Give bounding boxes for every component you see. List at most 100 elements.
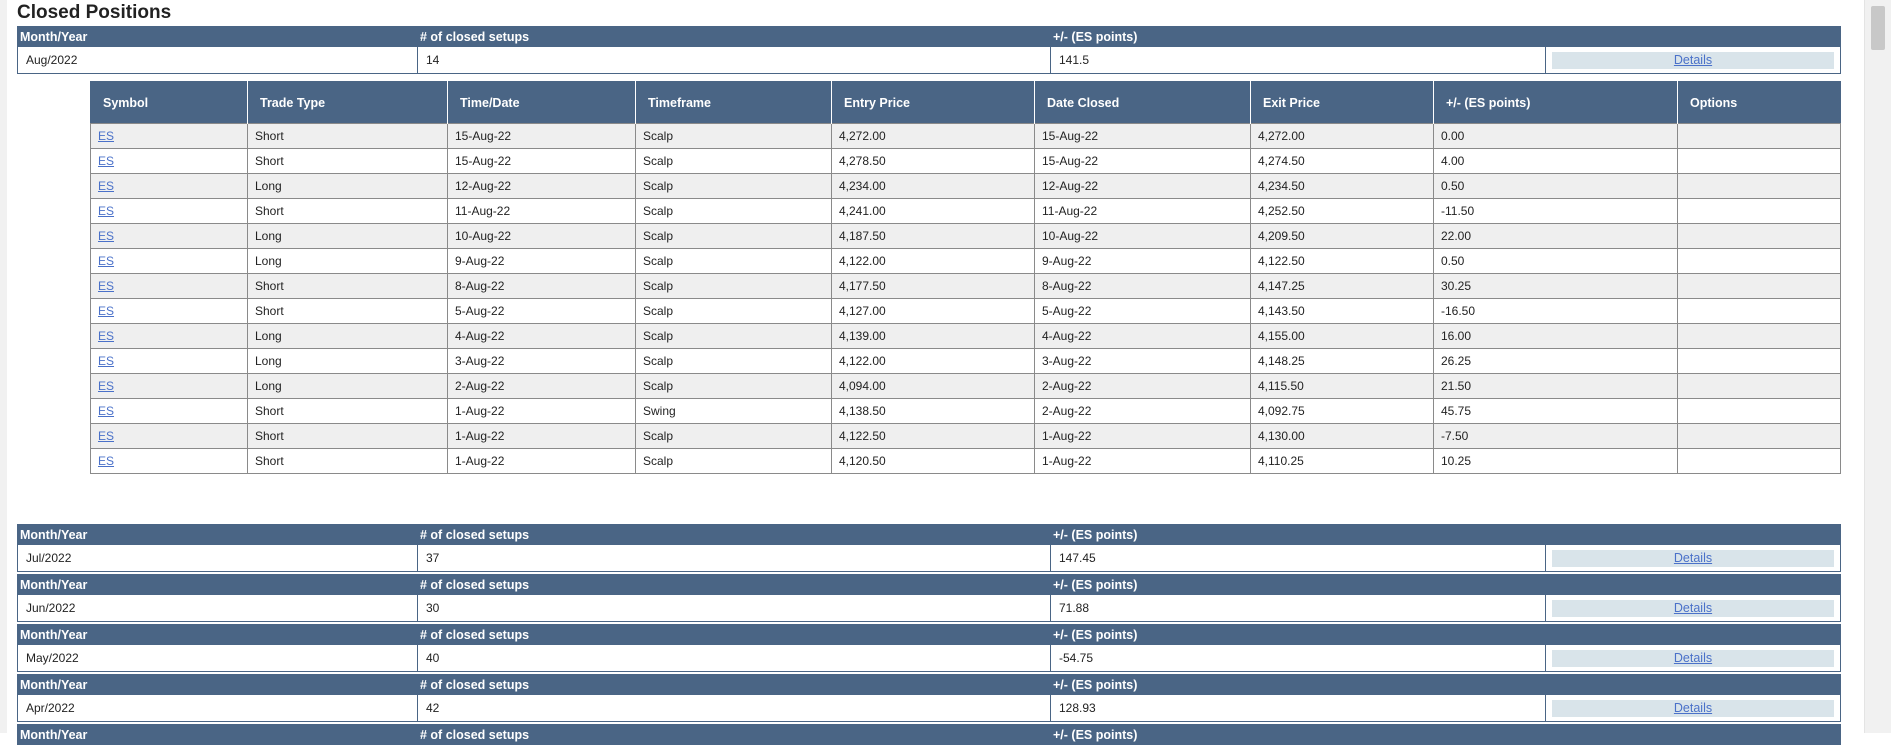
detail-header-row: Symbol Trade Type Time/Date Timeframe Entry … — [90, 81, 1841, 124]
table-cell — [1677, 373, 1841, 399]
symbol-link[interactable]: ES — [98, 404, 114, 418]
summary-row: Apr/2022 42 128.93 Details — [17, 694, 1841, 722]
table-cell: Short — [247, 148, 448, 174]
symbol-link[interactable]: ES — [98, 379, 114, 393]
month-header: Month/Year — [17, 674, 418, 695]
table-cell — [1677, 198, 1841, 224]
symbol-link[interactable]: ES — [98, 279, 114, 293]
table-cell: 4,122.00 — [831, 348, 1035, 374]
table-cell: 15-Aug-22 — [447, 148, 636, 174]
symbol-link[interactable]: ES — [98, 129, 114, 143]
details-cell: Details — [1545, 594, 1841, 622]
month-header: Month/Year — [17, 624, 418, 645]
table-cell: 15-Aug-22 — [447, 123, 636, 149]
table-cell: -7.50 — [1433, 423, 1678, 449]
summary-header-row: Month/Year # of closed setups +/- (ES poin… — [17, 674, 1841, 695]
details-button[interactable]: Details — [1552, 649, 1834, 667]
symbol-cell: ES — [90, 448, 248, 474]
table-cell: 4-Aug-22 — [447, 323, 636, 349]
month-header: Month/Year — [17, 26, 418, 47]
month-header: Month/Year — [17, 724, 418, 745]
table-cell: 4,252.50 — [1250, 198, 1434, 224]
table-row: ES Long 10-Aug-22 Scalp 4,187.50 10-Aug-22 4,2… — [90, 223, 1841, 249]
scrollbar-thumb[interactable] — [1871, 6, 1885, 50]
symbol-link[interactable]: ES — [98, 454, 114, 468]
symbol-link[interactable]: ES — [98, 254, 114, 268]
symbol-link[interactable]: ES — [98, 204, 114, 218]
table-cell — [1677, 448, 1841, 474]
details-cell: Details — [1545, 694, 1841, 722]
table-cell: 1-Aug-22 — [447, 398, 636, 424]
closed-setups-header: # of closed setups — [417, 624, 1051, 645]
table-cell: 11-Aug-22 — [1034, 198, 1251, 224]
table-cell: 3-Aug-22 — [447, 348, 636, 374]
table-cell: 1-Aug-22 — [1034, 423, 1251, 449]
symbol-cell: ES — [90, 348, 248, 374]
table-cell — [1677, 223, 1841, 249]
symbol-link[interactable]: ES — [98, 354, 114, 368]
table-cell: 4,139.00 — [831, 323, 1035, 349]
closed-setups-header: # of closed setups — [417, 26, 1051, 47]
table-cell: 1-Aug-22 — [447, 423, 636, 449]
points-header: +/- (ES points) — [1050, 574, 1546, 595]
table-cell: 4.00 — [1433, 148, 1678, 174]
table-cell: Long — [247, 373, 448, 399]
month-summary: Month/Year # of closed setups +/- (ES poin… — [17, 674, 1841, 722]
symbol-link[interactable]: ES — [98, 329, 114, 343]
table-cell — [1677, 173, 1841, 199]
symbol-link[interactable]: ES — [98, 179, 114, 193]
details-button[interactable]: Details — [1552, 599, 1834, 617]
table-cell: 11-Aug-22 — [447, 198, 636, 224]
points-cell: 141.5 — [1050, 46, 1546, 74]
table-row: ES Short 5-Aug-22 Scalp 4,127.00 5-Aug-22 4,14… — [90, 298, 1841, 324]
symbol-link[interactable]: ES — [98, 154, 114, 168]
vertical-scrollbar[interactable] — [1864, 0, 1891, 733]
table-cell: 10-Aug-22 — [1034, 223, 1251, 249]
points-cell: 71.88 — [1050, 594, 1546, 622]
details-cell: Details — [1545, 644, 1841, 672]
table-cell: Short — [247, 123, 448, 149]
symbol-link[interactable]: ES — [98, 304, 114, 318]
table-cell: 4,122.50 — [831, 423, 1035, 449]
table-row: ES Short 11-Aug-22 Scalp 4,241.00 11-Aug-22 4,… — [90, 198, 1841, 224]
points-cell: 128.93 — [1050, 694, 1546, 722]
column-header: Options — [1677, 81, 1841, 124]
summary-header-row: Month/Year # of closed setups +/- (ES po… — [17, 26, 1841, 47]
table-cell: 4,110.25 — [1250, 448, 1434, 474]
summary-row: Aug/2022 14 141.5 Details — [17, 46, 1841, 74]
table-cell — [1677, 273, 1841, 299]
symbol-cell: ES — [90, 123, 248, 149]
column-header: Symbol — [90, 81, 248, 124]
symbol-cell: ES — [90, 148, 248, 174]
symbol-link[interactable]: ES — [98, 229, 114, 243]
page-title: Closed Positions — [17, 2, 172, 23]
month-summary: Month/Year # of closed setups +/- (ES poin… — [17, 574, 1841, 622]
table-row: ES Long 12-Aug-22 Scalp 4,234.00 12-Aug-22 4,2… — [90, 173, 1841, 199]
closed-setups-cell: 14 — [417, 46, 1051, 74]
column-header: Timeframe — [635, 81, 832, 124]
detail-body: ES Short 15-Aug-22 Scalp 4,272.00 15-Aug-22 4,… — [90, 123, 1841, 474]
summary-row: May/2022 40 -54.75 Details — [17, 644, 1841, 672]
details-button[interactable]: Details — [1552, 549, 1834, 567]
table-cell: 9-Aug-22 — [447, 248, 636, 274]
column-header: Trade Type — [247, 81, 448, 124]
table-row: ES Long 2-Aug-22 Scalp 4,094.00 2-Aug-22 4,115… — [90, 373, 1841, 399]
table-cell: 8-Aug-22 — [1034, 273, 1251, 299]
details-button[interactable]: Details — [1552, 51, 1834, 69]
details-header — [1545, 26, 1841, 47]
table-cell: 4,278.50 — [831, 148, 1035, 174]
symbol-link[interactable]: ES — [98, 429, 114, 443]
table-row: ES Short 1-Aug-22 Scalp 4,122.50 1-Aug-22 4,13… — [90, 423, 1841, 449]
table-cell: Scalp — [635, 273, 832, 299]
table-cell: Scalp — [635, 223, 832, 249]
points-header: +/- (ES points) — [1050, 524, 1546, 545]
symbol-cell: ES — [90, 273, 248, 299]
closed-setups-cell: 42 — [417, 694, 1051, 722]
closed-setups-header: # of closed setups — [417, 724, 1051, 745]
table-cell: 1-Aug-22 — [447, 448, 636, 474]
table-cell: Long — [247, 348, 448, 374]
table-row: ES Short 15-Aug-22 Scalp 4,272.00 15-Aug-22 4,… — [90, 123, 1841, 149]
table-cell: 4,143.50 — [1250, 298, 1434, 324]
table-cell — [1677, 348, 1841, 374]
details-button[interactable]: Details — [1552, 699, 1834, 717]
